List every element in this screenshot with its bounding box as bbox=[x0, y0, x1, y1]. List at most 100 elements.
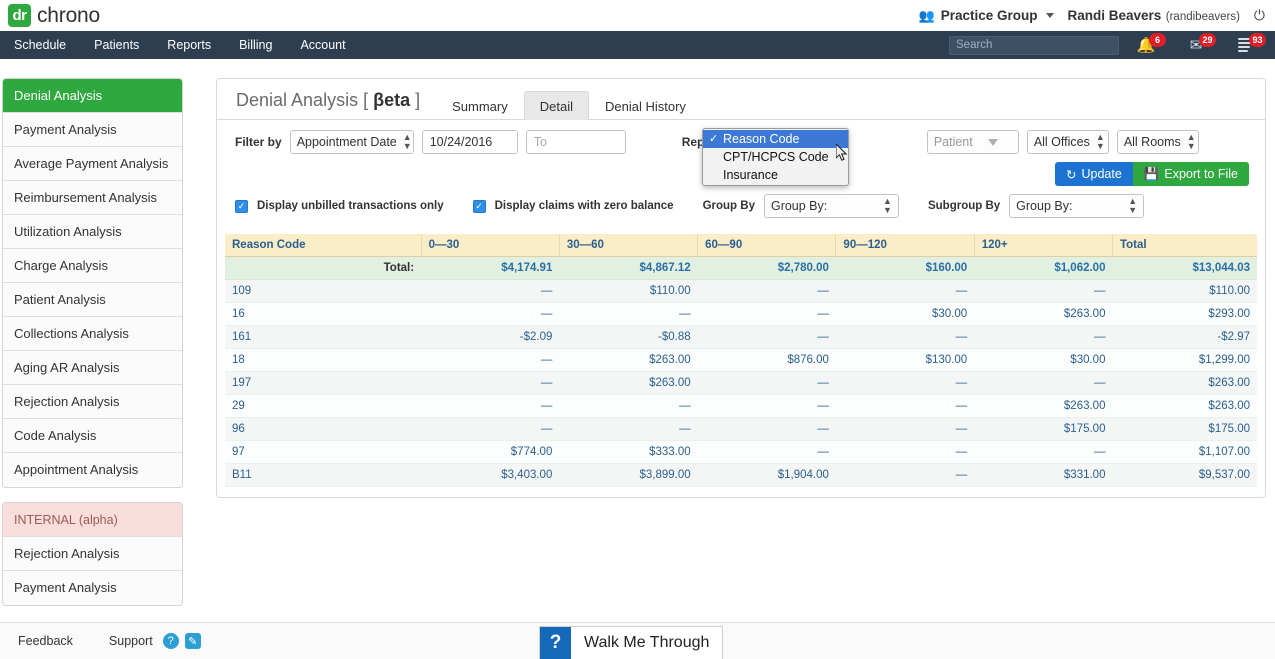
subgroup-by-select[interactable]: Group By: ▲ ▼ bbox=[1009, 194, 1145, 218]
row-cell-30-60: $3,899.00 bbox=[559, 463, 698, 487]
sidebar-item-aging-ar-analysis[interactable]: Aging AR Analysis bbox=[3, 351, 182, 385]
power-icon[interactable]: ⏻ bbox=[1254, 7, 1265, 24]
page-title-beta: βeta bbox=[373, 90, 411, 110]
table-row[interactable]: 18 — $263.00 $876.00 $130.00 $30.00 $1,2… bbox=[225, 348, 1257, 372]
tab-denial-history[interactable]: Denial History bbox=[589, 91, 702, 120]
row-reason-code[interactable]: 97 bbox=[225, 440, 422, 464]
update-button[interactable]: ↻ Update bbox=[1054, 162, 1133, 186]
filter-by-select[interactable]: Appointment Date ▲ ▼ bbox=[289, 130, 414, 154]
col-total[interactable]: Total bbox=[1112, 234, 1257, 257]
row-cell-60-90: — bbox=[697, 371, 836, 395]
row-reason-code[interactable]: 18 bbox=[225, 348, 422, 372]
practice-group-menu[interactable]: 👥 Practice Group bbox=[919, 8, 1054, 24]
people-icon: 👥 bbox=[918, 7, 935, 23]
row-cell-60-90: — bbox=[697, 325, 836, 349]
tab-summary[interactable]: Summary bbox=[436, 91, 524, 120]
row-cell-120-plus: $331.00 bbox=[974, 463, 1113, 487]
user-menu[interactable]: Randi Beavers (randibeavers) bbox=[1068, 7, 1240, 25]
date-to-input[interactable]: To bbox=[525, 130, 626, 154]
date-from-input[interactable]: 10/24/2016 bbox=[421, 130, 518, 154]
sidebar-item-patient-analysis[interactable]: Patient Analysis bbox=[3, 283, 182, 317]
sidebar-item-average-payment-analysis[interactable]: Average Payment Analysis bbox=[3, 147, 182, 181]
walkme-question-icon: ? bbox=[540, 627, 571, 659]
walk-me-through-widget[interactable]: ? Walk Me Through bbox=[539, 626, 724, 659]
sidebar-item-code-analysis[interactable]: Code Analysis bbox=[3, 419, 182, 453]
sidebar-item-internal-payment-analysis[interactable]: Payment Analysis bbox=[3, 571, 182, 605]
logo[interactable]: dr chrono bbox=[8, 4, 100, 28]
row-reason-code[interactable]: 29 bbox=[225, 394, 422, 418]
table-row[interactable]: 29 — — — — $263.00 $263.00 bbox=[225, 394, 1257, 418]
nav-item-account[interactable]: Account bbox=[286, 31, 359, 59]
row-cell-30-60: $333.00 bbox=[559, 440, 698, 464]
tab-detail[interactable]: Detail bbox=[523, 91, 589, 120]
logo-text: chrono bbox=[37, 3, 101, 27]
search-input[interactable]: Search bbox=[949, 35, 1119, 55]
export-to-file-button[interactable]: 💾 Export to File bbox=[1132, 162, 1249, 186]
alerts-button[interactable]: 🔔 6 bbox=[1123, 31, 1169, 59]
pencil-icon[interactable]: ✎ bbox=[184, 633, 201, 649]
col-0-30[interactable]: 0—30 bbox=[421, 234, 560, 257]
nav-item-billing[interactable]: Billing bbox=[225, 31, 286, 59]
table-header-row: Reason Code 0—30 30—60 60—90 90—120 120+… bbox=[225, 234, 1257, 257]
sidebar-item-charge-analysis[interactable]: Charge Analysis bbox=[3, 249, 182, 283]
patient-select[interactable]: Patient bbox=[926, 130, 1019, 154]
row-reason-code[interactable]: 16 bbox=[225, 302, 422, 326]
sidebar-item-denial-analysis[interactable]: Denial Analysis bbox=[3, 79, 182, 113]
col-30-60[interactable]: 30—60 bbox=[559, 234, 699, 257]
support-link[interactable]: Support bbox=[91, 634, 163, 648]
row-reason-code[interactable]: 161 bbox=[225, 325, 422, 349]
sidebar-item-collections-analysis[interactable]: Collections Analysis bbox=[3, 317, 182, 351]
dropdown-option-cpt-hcpcs-code[interactable]: CPT/HCPCS Code bbox=[703, 148, 848, 166]
row-reason-code[interactable]: B11 bbox=[225, 463, 422, 487]
table-row[interactable]: 97 $774.00 $333.00 — — — $1,107.00 bbox=[225, 440, 1257, 464]
row-cell-120-plus: — bbox=[974, 325, 1113, 349]
sidebar-item-payment-analysis[interactable]: Payment Analysis bbox=[3, 113, 182, 147]
sidebar-item-utilization-analysis[interactable]: Utilization Analysis bbox=[3, 215, 182, 249]
col-90-120[interactable]: 90—120 bbox=[835, 234, 975, 257]
row-reason-code[interactable]: 197 bbox=[225, 371, 422, 395]
question-circle-icon[interactable]: ? bbox=[162, 633, 179, 649]
row-cell-total: $1,107.00 bbox=[1112, 440, 1257, 464]
dropdown-option-reason-code[interactable]: ✓ Reason Code bbox=[703, 130, 848, 148]
row-reason-code[interactable]: 96 bbox=[225, 417, 422, 441]
messages-button[interactable]: ✉ 29 bbox=[1173, 31, 1219, 59]
nav-item-reports[interactable]: Reports bbox=[153, 31, 225, 59]
sidebar-item-reimbursement-analysis[interactable]: Reimbursement Analysis bbox=[3, 181, 182, 215]
subgroup-by-value: Group By: bbox=[1016, 199, 1073, 213]
tasks-menu-button[interactable]: 93 bbox=[1223, 31, 1269, 59]
total-0-30: $4,174.91 bbox=[421, 256, 560, 280]
checkbox-zero-balance[interactable]: ✓ bbox=[472, 199, 486, 213]
table-row[interactable]: B11 $3,403.00 $3,899.00 $1,904.00 — $331… bbox=[225, 463, 1257, 487]
report-type-dropdown[interactable]: ✓ Reason Code CPT/HCPCS Code Insurance bbox=[702, 128, 849, 186]
row-cell-90-120: $30.00 bbox=[835, 302, 975, 326]
table-row[interactable]: 16 — — — $30.00 $263.00 $293.00 bbox=[225, 302, 1257, 326]
table-row[interactable]: 96 — — — — $175.00 $175.00 bbox=[225, 417, 1257, 441]
col-reason-code[interactable]: Reason Code bbox=[225, 234, 422, 257]
row-cell-90-120: — bbox=[835, 417, 975, 441]
nav-item-schedule[interactable]: Schedule bbox=[0, 31, 80, 59]
col-120-plus[interactable]: 120+ bbox=[974, 234, 1113, 257]
sidebar-item-rejection-analysis[interactable]: Rejection Analysis bbox=[3, 385, 182, 419]
feedback-link[interactable]: Feedback bbox=[0, 634, 91, 648]
row-reason-code[interactable]: 109 bbox=[225, 279, 422, 303]
table-row[interactable]: 109 — $110.00 — — — $110.00 bbox=[225, 279, 1257, 303]
row-cell-90-120: — bbox=[835, 371, 975, 395]
rooms-select[interactable]: All Rooms ▲ ▼ bbox=[1116, 130, 1199, 154]
dropdown-option-label: Reason Code bbox=[723, 132, 800, 146]
table-row[interactable]: 197 — $263.00 — — — $263.00 bbox=[225, 371, 1257, 395]
nav-item-patients[interactable]: Patients bbox=[80, 31, 153, 59]
dropdown-option-insurance[interactable]: Insurance bbox=[703, 166, 848, 184]
row-cell-total: $263.00 bbox=[1112, 371, 1257, 395]
group-by-select[interactable]: Group By: ▲ ▼ bbox=[763, 194, 899, 218]
table-row[interactable]: 161 -$2.09 -$0.88 — — — -$2.97 bbox=[225, 325, 1257, 349]
row-cell-30-60: $110.00 bbox=[559, 279, 698, 303]
col-60-90[interactable]: 60—90 bbox=[697, 234, 837, 257]
checkbox-unbilled-transactions[interactable]: ✓ bbox=[235, 199, 248, 213]
user-name: Randi Beavers bbox=[1067, 7, 1162, 23]
offices-select[interactable]: All Offices ▲ ▼ bbox=[1026, 130, 1109, 154]
row-cell-90-120: — bbox=[835, 463, 975, 487]
sidebar-item-internal-rejection-analysis[interactable]: Rejection Analysis bbox=[3, 537, 182, 571]
row-cell-0-30: — bbox=[421, 348, 560, 372]
sidebar-item-appointment-analysis[interactable]: Appointment Analysis bbox=[3, 453, 182, 487]
sidebar-internal-header: INTERNAL (alpha) bbox=[3, 503, 182, 537]
